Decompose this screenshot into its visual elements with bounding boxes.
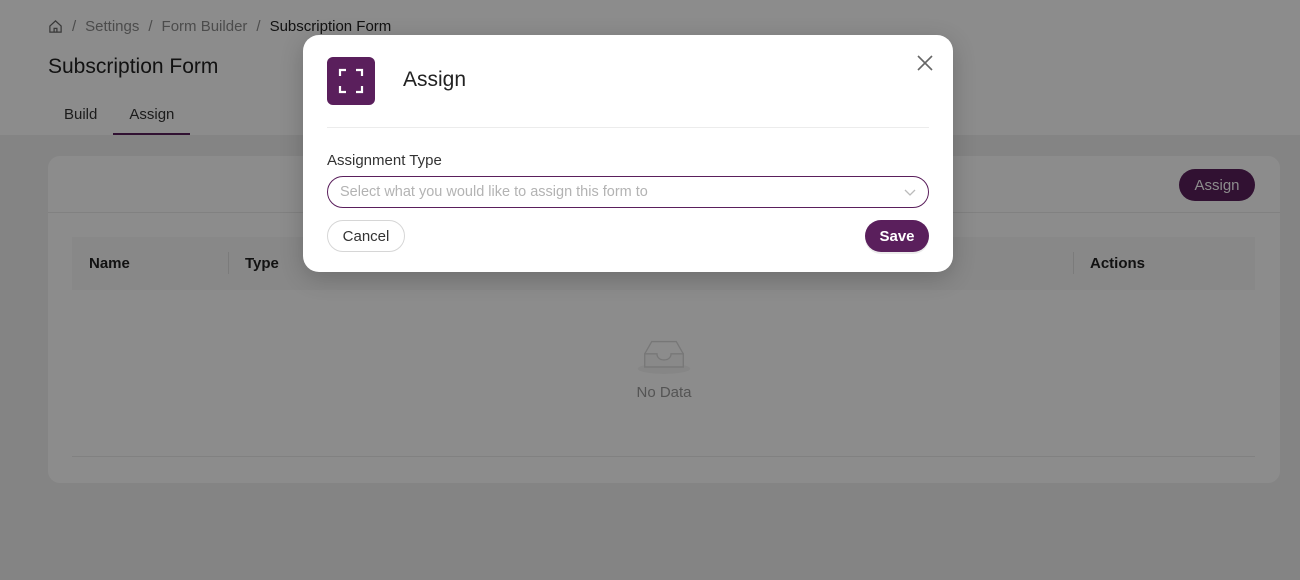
cancel-button[interactable]: Cancel [327,220,405,252]
select-placeholder: Select what you would like to assign thi… [340,184,648,200]
modal-icon-box [327,57,375,105]
save-button[interactable]: Save [865,220,929,252]
close-icon [917,55,933,71]
assignment-type-select[interactable]: Select what you would like to assign thi… [327,176,929,208]
assign-modal: Assign Assignment Type Select what you w… [303,35,953,272]
chevron-down-icon [904,189,916,196]
modal-title: Assign [403,68,467,91]
modal-divider [327,127,929,128]
expand-icon [338,68,364,94]
assignment-type-label: Assignment Type [327,152,442,169]
close-button[interactable] [915,53,935,73]
